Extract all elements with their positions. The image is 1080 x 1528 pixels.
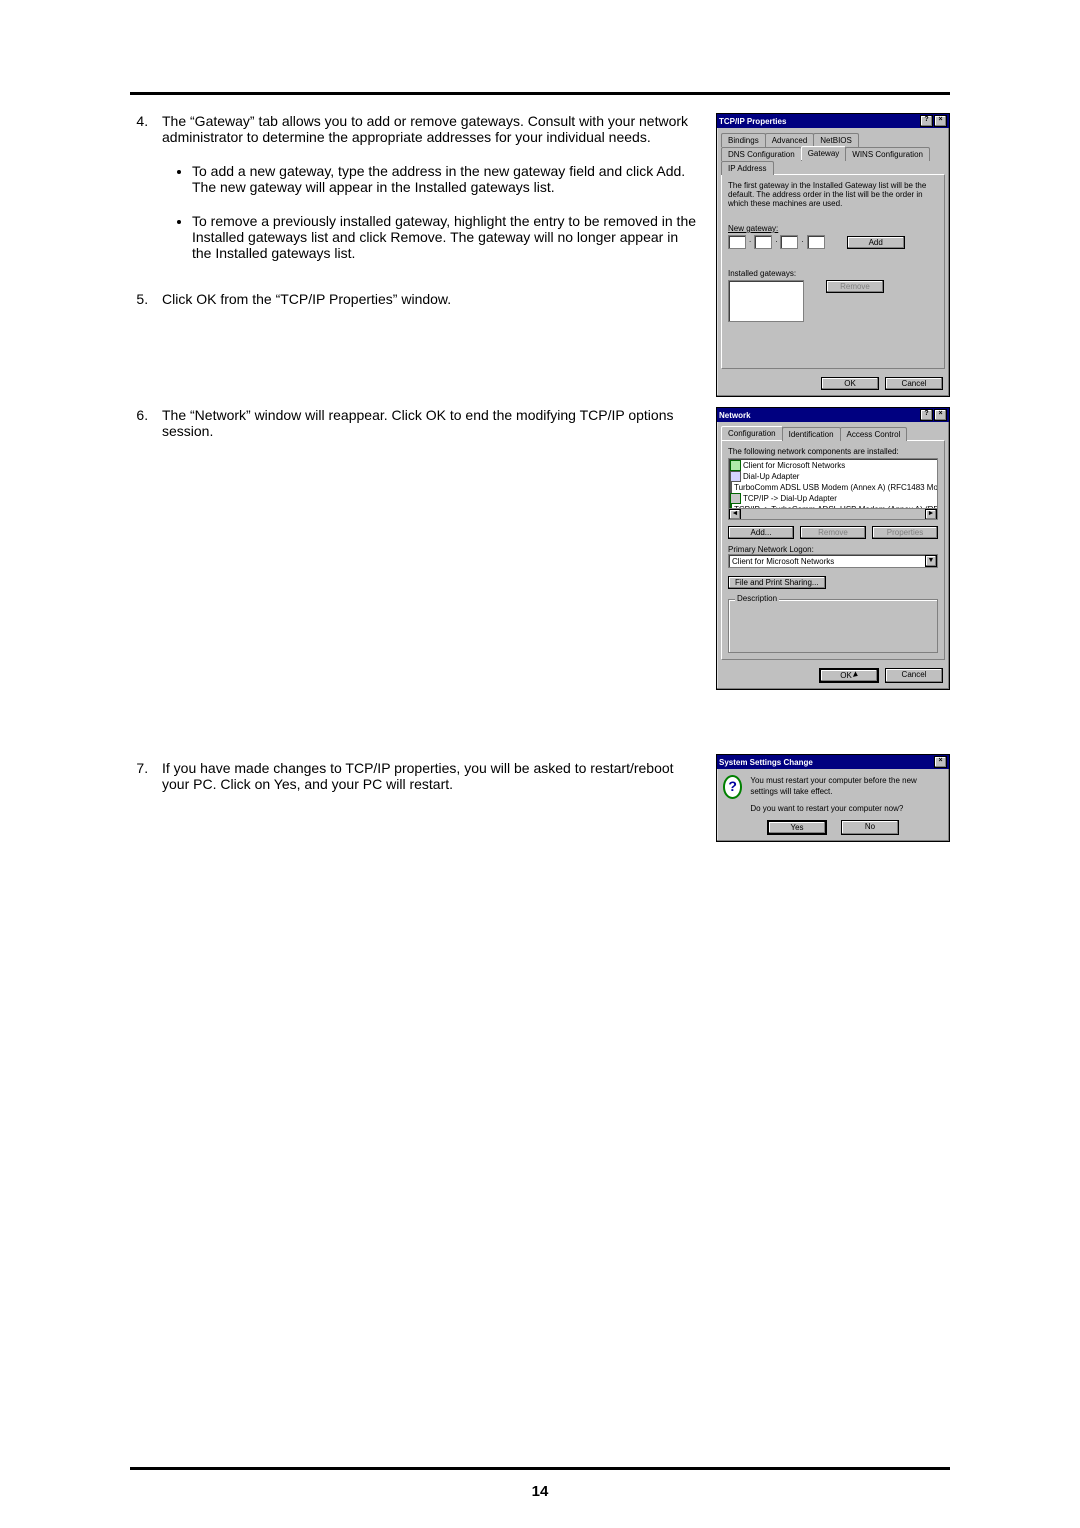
ok-button[interactable]: OK <box>821 377 879 390</box>
help-icon[interactable]: ? <box>920 115 933 127</box>
step-6: The “Network” window will reappear. Clic… <box>152 407 700 439</box>
yes-button[interactable]: Yes <box>767 820 827 835</box>
primary-logon-dropdown[interactable]: Client for Microsoft Networks ▼ <box>728 554 938 568</box>
tcpip-properties-dialog: TCP/IP Properties ? × Bindings Advanced … <box>716 113 950 397</box>
list-item: TCP/IP -> Dial-Up Adapter <box>743 493 837 504</box>
step-4-bullet-add: To add a new gateway, type the address i… <box>192 163 700 195</box>
tab-wins-configuration[interactable]: WINS Configuration <box>845 147 930 161</box>
tab-ip-address[interactable]: IP Address <box>721 161 774 175</box>
file-print-sharing-button[interactable]: File and Print Sharing... <box>728 576 826 589</box>
close-icon[interactable]: × <box>934 756 947 768</box>
tab-netbios[interactable]: NetBIOS <box>813 133 859 147</box>
ssc-body: ? You must restart your computer before … <box>717 769 949 820</box>
page-content: The “Gateway” tab allows you to add or r… <box>130 113 950 842</box>
list-item: Client for Microsoft Networks <box>743 460 845 471</box>
tab-advanced[interactable]: Advanced <box>765 133 815 147</box>
document-page: The “Gateway” tab allows you to add or r… <box>0 0 1080 1528</box>
question-icon: ? <box>723 775 742 799</box>
cancel-button[interactable]: Cancel <box>885 377 943 390</box>
add-button[interactable]: Add <box>847 236 905 249</box>
client-icon <box>730 460 741 471</box>
network-remove-button[interactable]: Remove <box>800 526 866 539</box>
ssc-titlebar: System Settings Change × <box>717 755 949 769</box>
network-titlebar: Network ? × <box>717 408 949 422</box>
step-4: The “Gateway” tab allows you to add or r… <box>152 113 700 261</box>
tcpip-title: TCP/IP Properties <box>719 117 786 126</box>
adapter-icon <box>730 471 741 482</box>
ssc-message-line1: You must restart your computer before th… <box>750 775 943 797</box>
list-item: Dial-Up Adapter <box>743 471 799 482</box>
new-gateway-label: New gateway: <box>728 224 938 233</box>
gateway-panel: The first gateway in the Installed Gatew… <box>721 174 945 369</box>
tcpip-dialog-wrap: TCP/IP Properties ? × Bindings Advanced … <box>716 113 950 397</box>
ssc-message-line2: Do you want to restart your computer now… <box>750 803 943 814</box>
close-icon[interactable]: × <box>934 115 947 127</box>
installed-gateways-list[interactable] <box>728 280 804 322</box>
primary-logon-value: Client for Microsoft Networks <box>732 557 834 566</box>
installed-gateways-label: Installed gateways: <box>728 269 932 278</box>
network-components-label: The following network components are ins… <box>728 447 938 456</box>
configuration-panel: The following network components are ins… <box>721 440 945 660</box>
description-label: Description <box>735 594 779 603</box>
scroll-right-icon[interactable]: ► <box>925 509 937 520</box>
chevron-down-icon[interactable]: ▼ <box>925 555 937 567</box>
close-icon[interactable]: × <box>934 409 947 421</box>
ssc-title: System Settings Change <box>719 758 813 767</box>
step-4-row: The “Gateway” tab allows you to add or r… <box>130 113 950 397</box>
step-5: Click OK from the “TCP/IP Properties” wi… <box>152 291 700 307</box>
tab-bindings[interactable]: Bindings <box>721 133 766 147</box>
step-7-body: If you have made changes to TCP/IP prope… <box>162 760 674 792</box>
network-dialog: Network ? × Configuration Identification… <box>716 407 950 690</box>
cursor-icon <box>853 671 859 678</box>
horizontal-scrollbar[interactable]: ◄ ► <box>729 508 937 519</box>
protocol-icon <box>730 493 741 504</box>
network-add-button[interactable]: Add... <box>728 526 794 539</box>
step-6-body: The “Network” window will reappear. Clic… <box>162 407 674 439</box>
help-icon[interactable]: ? <box>920 409 933 421</box>
new-gateway-field-row: . . . Add <box>728 235 938 249</box>
tab-identification[interactable]: Identification <box>782 427 841 441</box>
adapter-icon <box>730 482 732 493</box>
new-gateway-ip-input[interactable]: . . . <box>728 235 825 249</box>
network-title: Network <box>719 411 751 420</box>
network-ok-button[interactable]: OK <box>819 668 879 683</box>
installed-gateways-group: Installed gateways: Remove <box>728 263 938 328</box>
tab-access-control[interactable]: Access Control <box>840 427 908 441</box>
step-6-row: The “Network” window will reappear. Clic… <box>130 407 950 690</box>
tab-dns-configuration[interactable]: DNS Configuration <box>721 147 802 161</box>
tab-configuration[interactable]: Configuration <box>721 426 783 440</box>
gateway-description: The first gateway in the Installed Gatew… <box>728 181 938 208</box>
network-footer: OK Cancel <box>717 664 949 689</box>
scroll-left-icon[interactable]: ◄ <box>729 509 741 520</box>
step-7: If you have made changes to TCP/IP prope… <box>152 760 700 792</box>
tcpip-titlebar: TCP/IP Properties ? × <box>717 114 949 128</box>
no-button[interactable]: No <box>841 820 899 835</box>
remove-button[interactable]: Remove <box>826 280 884 293</box>
network-cancel-button[interactable]: Cancel <box>885 668 943 683</box>
page-number: 14 <box>0 1483 1080 1500</box>
step-7-row: If you have made changes to TCP/IP prope… <box>130 760 950 842</box>
tab-gateway[interactable]: Gateway <box>801 146 847 160</box>
step-4-text: The “Gateway” tab allows you to add or r… <box>130 113 700 337</box>
primary-logon-label: Primary Network Logon: <box>728 545 938 554</box>
network-properties-button[interactable]: Properties <box>872 526 938 539</box>
step-4-bullet-remove: To remove a previously installed gateway… <box>192 213 700 261</box>
step-5-body: Click OK from the “TCP/IP Properties” wi… <box>162 291 451 307</box>
bottom-divider <box>130 1467 950 1470</box>
system-settings-change-dialog: System Settings Change × ? You must rest… <box>716 754 950 842</box>
tcpip-footer: OK Cancel <box>717 373 949 396</box>
ssc-footer: Yes No <box>717 820 949 841</box>
step-4-body: The “Gateway” tab allows you to add or r… <box>162 113 688 145</box>
list-item: TurboComm ADSL USB Modem (Annex A) (RFC1… <box>734 482 938 493</box>
top-divider <box>130 92 950 95</box>
network-components-list[interactable]: Client for Microsoft Networks Dial-Up Ad… <box>728 458 938 520</box>
